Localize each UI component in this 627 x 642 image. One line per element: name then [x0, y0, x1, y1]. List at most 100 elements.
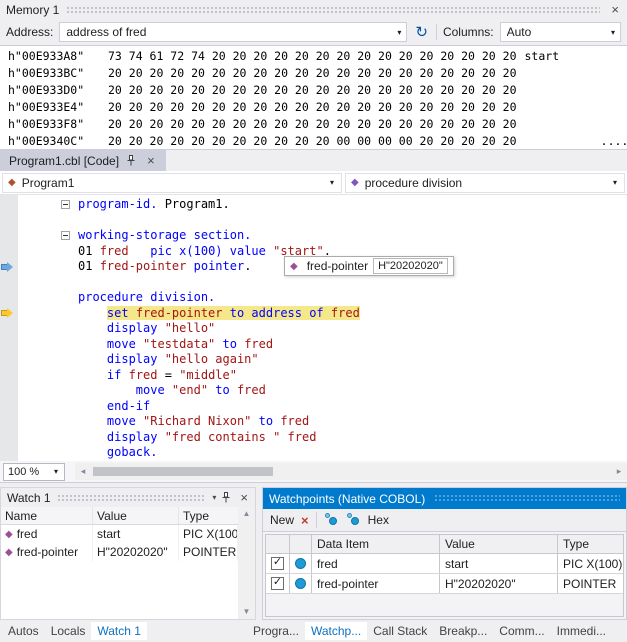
bottom-tab-call-stack[interactable]: Call Stack: [367, 622, 433, 640]
scrollbar-track[interactable]: [91, 463, 611, 480]
toolbar-separator: [436, 24, 437, 40]
watch-col-type[interactable]: Type: [179, 507, 238, 524]
bottom-tab-immedi[interactable]: Immedi...: [551, 622, 612, 640]
code-line[interactable]: set fred-pointer to address of fred: [0, 306, 627, 322]
watchpoint-checkbox[interactable]: ✓: [271, 577, 284, 590]
code-text: move "end" to fred: [78, 383, 266, 399]
memory-address: h"00E933A8": [8, 48, 96, 65]
code-line[interactable]: [0, 275, 627, 291]
code-line[interactable]: working-storage section.: [0, 228, 627, 244]
window-menu-icon[interactable]: ▾: [212, 493, 216, 502]
code-line[interactable]: procedure division.: [0, 290, 627, 306]
chevron-down-icon[interactable]: ▾: [395, 28, 403, 37]
delete-watchpoint-icon[interactable]: ×: [301, 514, 309, 527]
code-line[interactable]: goback.: [0, 445, 627, 461]
columns-combobox[interactable]: Auto ▾: [500, 22, 621, 42]
columns-label: Columns:: [443, 25, 494, 39]
code-line[interactable]: display "hello again": [0, 352, 627, 368]
memory-row: h"00E933F8"20 20 20 20 20 20 20 20 20 20…: [8, 116, 627, 133]
watchpoints-col-value[interactable]: Value: [440, 535, 558, 553]
field-icon: ◆: [5, 529, 13, 540]
bottom-tab-locals[interactable]: Locals: [45, 622, 92, 640]
code-line[interactable]: display "fred contains " fred: [0, 430, 627, 446]
watchpoint-icon: [295, 558, 306, 569]
close-icon[interactable]: ×: [236, 491, 252, 504]
watch-value: start: [93, 525, 179, 543]
fold-collapse-icon[interactable]: [61, 231, 70, 240]
watchpoints-col-dataitem[interactable]: Data Item: [312, 535, 440, 553]
code-line[interactable]: move "Richard Nixon" to fred: [0, 414, 627, 430]
bottom-tab-watch-1[interactable]: Watch 1: [91, 622, 147, 640]
watchpoints-title-bar[interactable]: Watchpoints (Native COBOL): [263, 488, 626, 509]
datatip-value[interactable]: H"20202020": [373, 258, 448, 274]
section-dropdown[interactable]: ◆ procedure division ▾: [345, 173, 625, 193]
code-line[interactable]: [0, 213, 627, 229]
memory-address: h"00E933BC": [8, 65, 96, 82]
indicator-margin: [0, 228, 18, 244]
vertical-scrollbar[interactable]: ▲ ▼: [238, 507, 255, 619]
bottom-tab-comm[interactable]: Comm...: [493, 622, 550, 640]
bottom-tab-progra[interactable]: Progra...: [247, 622, 305, 640]
chevron-down-icon[interactable]: ▾: [52, 467, 60, 476]
watchpoints-col-type[interactable]: Type: [558, 535, 623, 553]
fold-collapse-icon[interactable]: [61, 200, 70, 209]
watchpoint-row[interactable]: ✓fred-pointerH"20202020"POINTER: [266, 574, 623, 594]
code-text: display "hello": [78, 321, 215, 337]
indicator-margin: [0, 213, 18, 229]
fold-margin: [18, 244, 78, 260]
procedure-icon: ◆: [351, 178, 359, 188]
tab-program1-cbl[interactable]: Program1.cbl [Code] ×: [0, 150, 166, 171]
pin-icon[interactable]: [221, 492, 231, 503]
watch-col-name[interactable]: Name: [1, 507, 93, 524]
watch-col-value[interactable]: Value: [93, 507, 179, 524]
code-editor[interactable]: program-id. Program1. working-storage sec…: [0, 195, 627, 461]
zoom-level: 100 %: [8, 466, 49, 478]
fold-margin: [18, 275, 78, 291]
bottom-tab-autos[interactable]: Autos: [2, 622, 45, 640]
scrollbar-thumb[interactable]: [93, 467, 273, 476]
scroll-up-icon[interactable]: ▲: [243, 510, 251, 518]
code-line[interactable]: move "end" to fred: [0, 383, 627, 399]
watch-title-bar[interactable]: Watch 1 ▾ ×: [1, 488, 255, 507]
close-icon[interactable]: ×: [607, 3, 623, 16]
disable-watchpoint-icon[interactable]: [346, 513, 361, 527]
memory-title-bar[interactable]: Memory 1 ×: [0, 0, 627, 19]
indicator-margin: [0, 306, 18, 322]
indicator-margin: [0, 414, 18, 430]
editor-status-row: 100 % ▾ ◂ ▸: [0, 461, 627, 483]
code-line[interactable]: move "testdata" to fred: [0, 337, 627, 353]
scroll-left-icon[interactable]: ◂: [75, 466, 91, 477]
code-line[interactable]: program-id. Program1.: [0, 197, 627, 213]
code-line[interactable]: display "hello": [0, 321, 627, 337]
chevron-down-icon[interactable]: ▾: [328, 178, 336, 187]
toolbar-separator: [316, 512, 317, 528]
watchpoint-checkbox[interactable]: ✓: [271, 557, 284, 570]
scroll-down-icon[interactable]: ▼: [243, 608, 251, 616]
chevron-down-icon[interactable]: ▾: [609, 28, 617, 37]
code-line[interactable]: end-if: [0, 399, 627, 415]
bottom-tab-breakp[interactable]: Breakp...: [433, 622, 493, 640]
bottom-tab-watchp[interactable]: Watchp...: [305, 622, 367, 640]
horizontal-scrollbar[interactable]: ◂ ▸: [75, 463, 627, 480]
program-dropdown[interactable]: ◆ Program1 ▾: [2, 173, 342, 193]
address-label: Address:: [6, 25, 53, 39]
datatip[interactable]: ◆ fred-pointer H"20202020": [284, 256, 454, 276]
chevron-down-icon[interactable]: ▾: [611, 178, 619, 187]
zoom-dropdown[interactable]: 100 % ▾: [3, 463, 65, 481]
scroll-right-icon[interactable]: ▸: [611, 466, 627, 477]
address-combobox[interactable]: address of fred ▾: [59, 22, 407, 42]
refresh-icon[interactable]: ↻: [413, 25, 430, 40]
enable-watchpoint-icon[interactable]: [324, 513, 339, 527]
pin-icon[interactable]: [126, 155, 136, 166]
memory-rows[interactable]: h"00E933A8"73 74 61 72 74 20 20 20 20 20…: [0, 46, 627, 149]
new-watchpoint-button[interactable]: New: [270, 513, 294, 527]
indicator-margin: [0, 259, 18, 275]
watch-row[interactable]: ◆fred-pointerH"20202020"POINTER: [1, 543, 238, 561]
check-icon: ✓: [273, 557, 282, 568]
code-line[interactable]: if fred = "middle": [0, 368, 627, 384]
watchpoint-row[interactable]: ✓fredstartPIC X(100): [266, 554, 623, 574]
watch-row[interactable]: ◆fredstartPIC X(100): [1, 525, 238, 543]
hex-toggle-button[interactable]: Hex: [368, 513, 389, 527]
close-icon[interactable]: ×: [143, 154, 159, 167]
indicator-margin: [0, 368, 18, 384]
